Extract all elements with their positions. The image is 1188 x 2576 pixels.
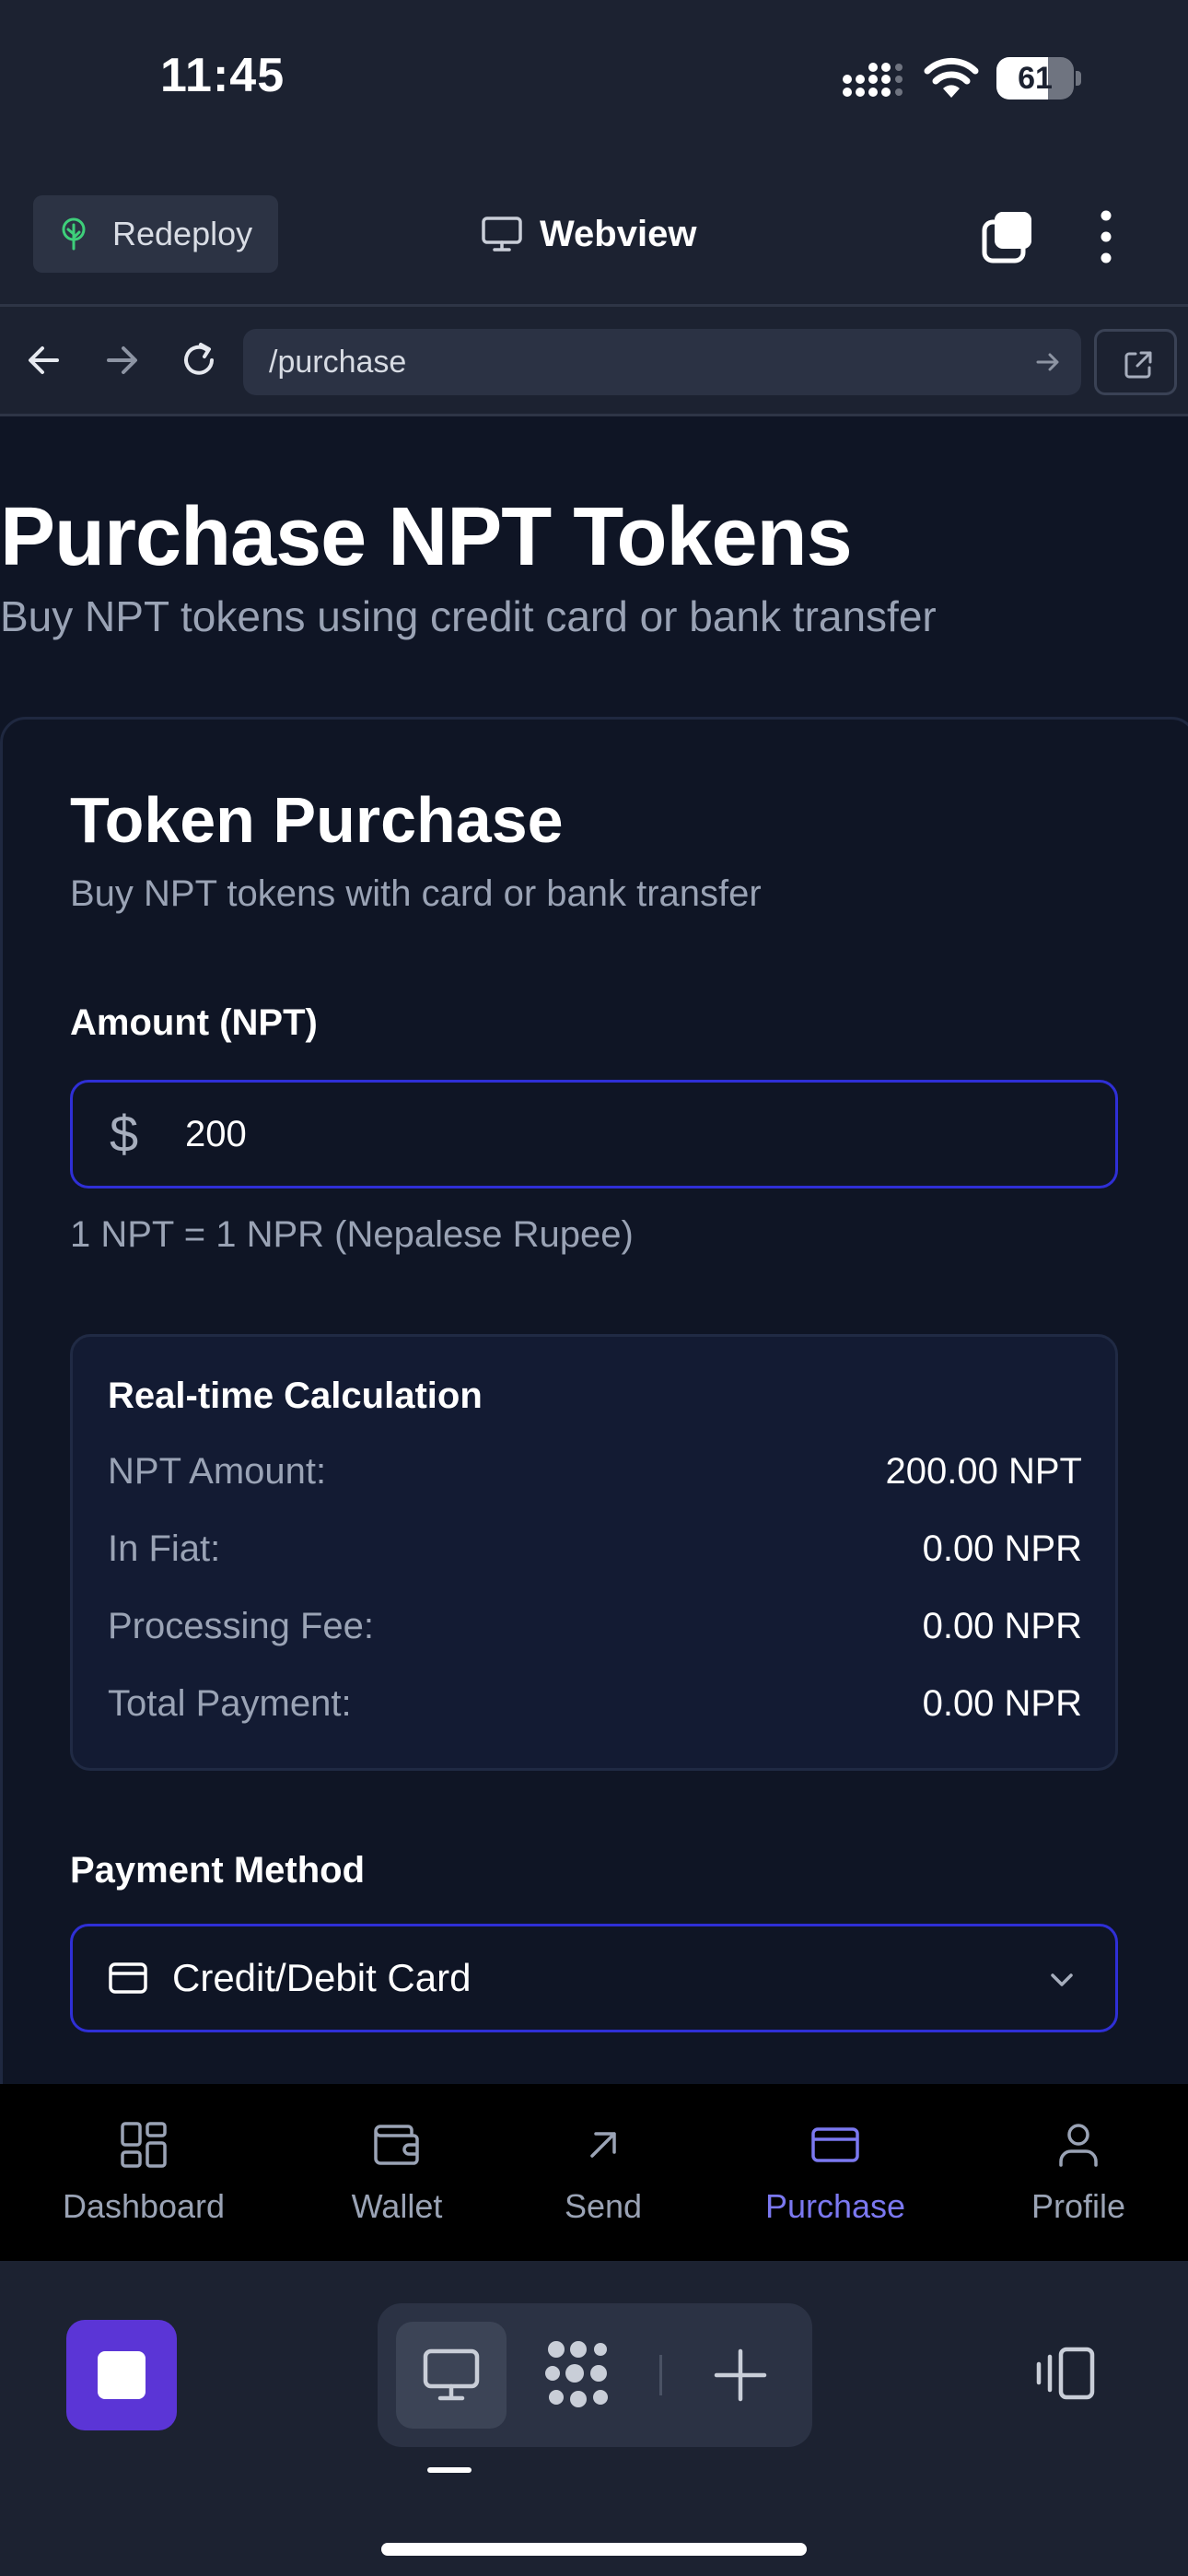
payment-method-label: Payment Method	[70, 1850, 366, 1891]
redeploy-label: Redeploy	[112, 215, 253, 252]
battery-indicator: 61	[996, 57, 1081, 100]
user-icon	[1059, 2124, 1098, 2167]
app-bottom-nav: Dashboard Wallet Send Purchase Profile	[0, 2084, 1188, 2261]
nav-label: Dashboard	[62, 2187, 226, 2225]
nav-item-purchase[interactable]: Purchase	[737, 2084, 934, 2261]
nav-label: Purchase	[764, 2187, 906, 2225]
dock-separator	[659, 2355, 662, 2395]
go-arrow-icon[interactable]	[1033, 347, 1063, 377]
desktop-view-button[interactable]	[396, 2322, 507, 2429]
card-title: Token Purchase	[70, 784, 564, 856]
calculation-box: Real-time Calculation NPT Amount: 200.00…	[70, 1334, 1118, 1771]
external-link-icon	[1124, 351, 1152, 379]
url-bar: /purchase	[0, 304, 1188, 416]
calc-row-value: 0.00 NPR	[922, 1606, 1082, 1646]
wifi-icon	[924, 57, 979, 98]
wallet-icon	[374, 2125, 419, 2165]
battery-level: 61	[1018, 61, 1053, 96]
calc-row-value: 200.00 NPT	[885, 1451, 1082, 1492]
amount-value: 200	[185, 1114, 247, 1154]
nav-item-wallet[interactable]: Wallet	[300, 2084, 494, 2261]
status-bar: 11:45 61	[0, 0, 1188, 175]
cellular-signal-icon	[843, 63, 903, 97]
clock: 11:45	[160, 49, 285, 102]
calc-row-label: NPT Amount:	[108, 1451, 327, 1492]
nav-item-dashboard[interactable]: Dashboard	[33, 2084, 254, 2261]
dollar-icon: $	[110, 1105, 139, 1163]
page-subtitle: Buy NPT tokens using credit card or bank…	[0, 592, 937, 640]
credit-card-icon	[109, 1962, 147, 1994]
tabs-icon[interactable]	[980, 208, 1037, 265]
nav-label: Wallet	[351, 2187, 443, 2225]
nav-item-send[interactable]: Send	[525, 2084, 681, 2261]
calc-row-processing-fee: Processing Fee: 0.00 NPR	[108, 1606, 1082, 1657]
amount-input[interactable]: $ 200	[70, 1080, 1118, 1188]
home-indicator	[381, 2543, 807, 2556]
calc-row-label: Processing Fee:	[108, 1606, 375, 1646]
more-options-icon[interactable]	[1092, 208, 1120, 265]
page-content: Purchase NPT Tokens Buy NPT tokens using…	[0, 416, 1188, 2084]
amount-label: Amount (NPT)	[70, 1002, 318, 1043]
calc-row-total-payment: Total Payment: 0.00 NPR	[108, 1683, 1082, 1735]
stop-button[interactable]	[66, 2320, 177, 2430]
url-text: /purchase	[269, 345, 407, 380]
tree-icon	[62, 217, 86, 251]
calc-row-label: Total Payment:	[108, 1683, 352, 1724]
webview-title: Webview	[481, 208, 696, 260]
browser-dock	[0, 2261, 1188, 2576]
stop-icon	[98, 2351, 146, 2399]
monitor-icon	[482, 217, 522, 252]
credit-card-icon	[811, 2127, 859, 2162]
apps-grid-icon[interactable]	[542, 2338, 615, 2412]
payment-method-value: Credit/Debit Card	[172, 1956, 472, 1999]
page-title: Purchase NPT Tokens	[0, 491, 853, 583]
nav-label: Profile	[1031, 2187, 1126, 2225]
nav-label: Send	[564, 2187, 643, 2225]
calc-row-value: 0.00 NPR	[922, 1683, 1082, 1724]
chevron-down-icon	[1051, 1973, 1073, 1986]
back-arrow-icon[interactable]	[20, 336, 68, 384]
reload-icon[interactable]	[175, 336, 223, 384]
url-field[interactable]: /purchase	[243, 329, 1081, 395]
calc-row-npt-amount: NPT Amount: 200.00 NPT	[108, 1451, 1082, 1503]
add-icon[interactable]	[713, 2348, 768, 2403]
calculation-title: Real-time Calculation	[108, 1376, 483, 1416]
calc-row-in-fiat: In Fiat: 0.00 NPR	[108, 1528, 1082, 1580]
nav-item-profile[interactable]: Profile	[991, 2084, 1166, 2261]
dashboard-icon	[121, 2122, 167, 2168]
send-arrow-icon	[590, 2132, 616, 2158]
webview-toolbar: Redeploy Webview	[0, 175, 1188, 304]
redeploy-button[interactable]: Redeploy	[33, 195, 278, 273]
card-subtitle: Buy NPT tokens with card or bank transfe…	[70, 873, 762, 914]
payment-method-select[interactable]: Credit/Debit Card	[70, 1924, 1118, 2032]
calc-row-value: 0.00 NPR	[922, 1528, 1082, 1569]
exchange-rate-note: 1 NPT = 1 NPR (Nepalese Rupee)	[70, 1214, 634, 1255]
dock-view-switcher	[378, 2303, 812, 2447]
forward-arrow-icon[interactable]	[98, 336, 146, 384]
monitor-icon	[423, 2348, 480, 2401]
webview-title-label: Webview	[540, 213, 697, 254]
split-view-icon[interactable]	[1031, 2346, 1098, 2401]
calc-row-label: In Fiat:	[108, 1528, 221, 1569]
active-view-indicator	[427, 2467, 472, 2473]
open-external-button[interactable]	[1094, 329, 1177, 395]
